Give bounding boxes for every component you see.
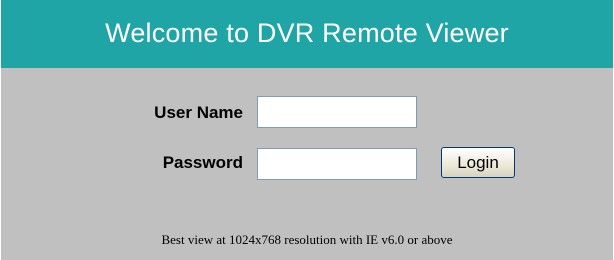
username-input[interactable] xyxy=(257,96,417,128)
title-bar: Welcome to DVR Remote Viewer xyxy=(1,0,613,68)
username-label: User Name xyxy=(154,103,243,122)
password-label: Password xyxy=(162,153,243,172)
login-panel: Welcome to DVR Remote Viewer User Name P… xyxy=(1,0,613,260)
resolution-note: Best view at 1024x768 resolution with IE… xyxy=(161,232,453,247)
login-button[interactable]: Login xyxy=(441,147,515,178)
page-title: Welcome to DVR Remote Viewer xyxy=(105,17,509,48)
password-input[interactable] xyxy=(257,148,417,180)
page-frame: Welcome to DVR Remote Viewer User Name P… xyxy=(0,0,614,260)
